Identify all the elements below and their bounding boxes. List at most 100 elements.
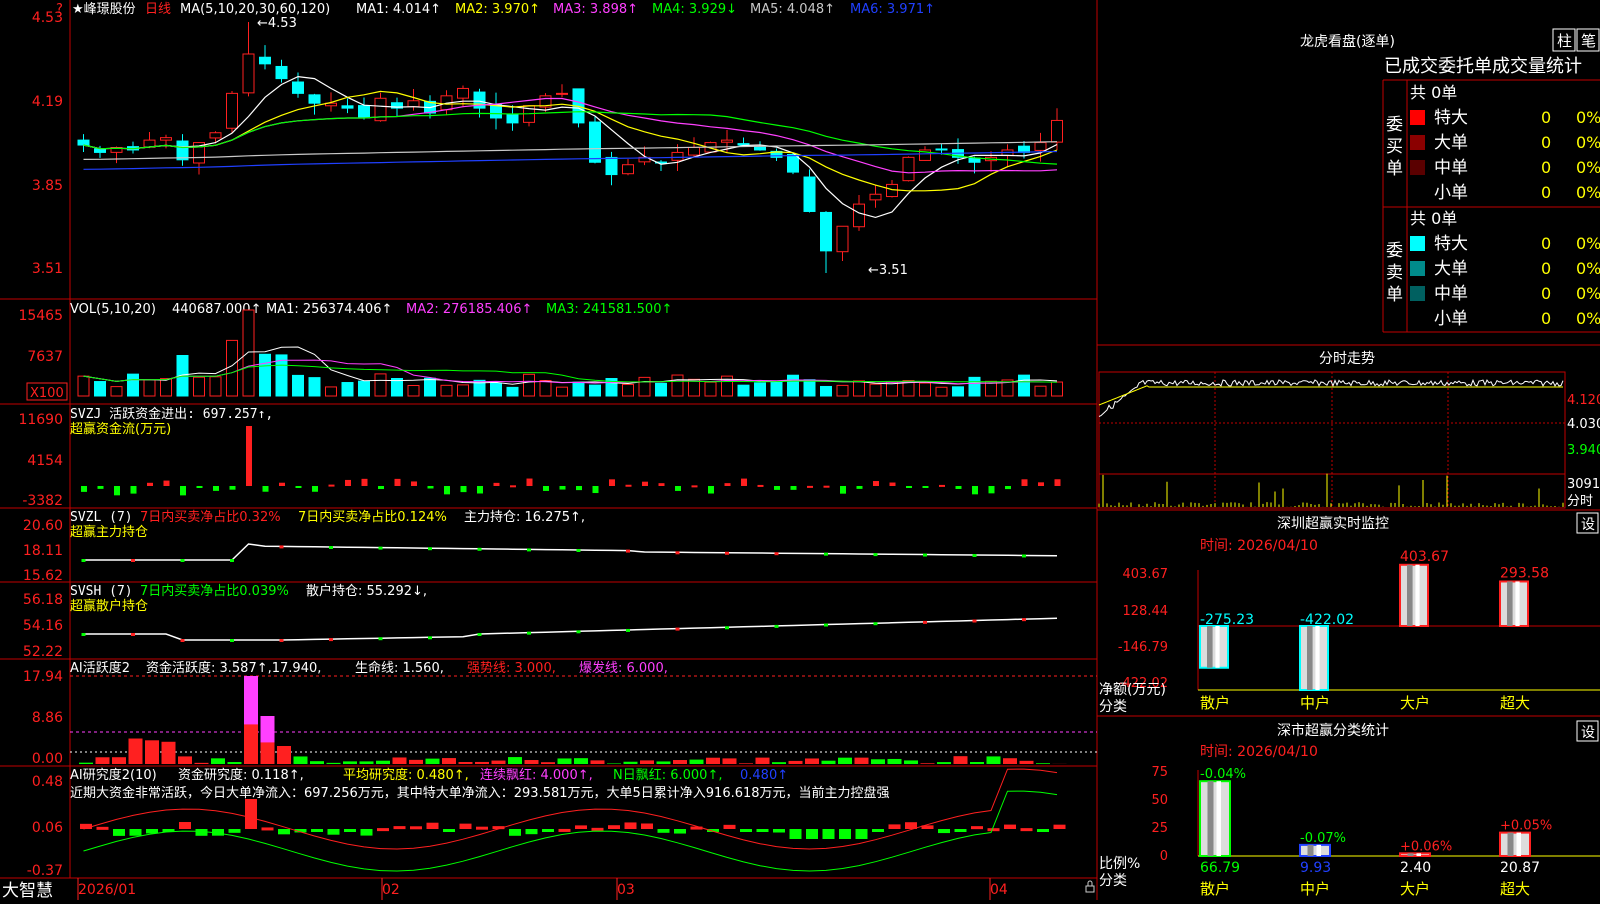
activity-bar (987, 756, 1001, 764)
research-bar (823, 829, 835, 839)
activity-bar (574, 758, 588, 764)
volume-bars (78, 310, 1063, 396)
research-bar (526, 829, 538, 834)
svsh-dot (973, 620, 977, 623)
research-bar (427, 823, 439, 829)
intraday-price-lines (1099, 380, 1563, 507)
ai2-redcont: 连续飘红: 4.000↑, (480, 767, 593, 783)
flow-bar (114, 486, 120, 495)
order-pct: 0% (1576, 183, 1600, 202)
flow-bar (593, 486, 599, 493)
vol-ma1: MA1: 256374.406↑ (266, 302, 392, 317)
research-bar (410, 826, 422, 829)
flow-bar (362, 479, 368, 486)
activity-bar (541, 762, 555, 764)
svzl-dot (82, 559, 86, 562)
svzl-dot (181, 559, 185, 562)
ai1-lifeline: 生命线: 1.560, (355, 660, 444, 676)
order-pct: 0% (1576, 309, 1600, 328)
cls-title: 深市超赢分类统计 (1277, 722, 1389, 739)
flow-bar (675, 486, 681, 491)
cls-value: 2.40 (1400, 860, 1431, 876)
research-bar (245, 799, 257, 829)
volume-bar (771, 382, 782, 396)
volume-bar (1052, 382, 1063, 396)
svsh-dot (626, 629, 630, 632)
activity-bar (591, 760, 605, 764)
volume-bar (639, 377, 650, 396)
sz-bar-label: -422.02 (1300, 612, 1354, 628)
activity-bar (640, 760, 654, 764)
research-bar (179, 822, 191, 829)
cls-change: -0.04% (1200, 767, 1246, 782)
sz-bar (1400, 565, 1428, 626)
ai1-activity-bars (79, 676, 1067, 764)
lock-icon[interactable] (1086, 881, 1094, 892)
ai1-y-tick: 17.94 (23, 669, 63, 685)
activity-bar (904, 760, 918, 764)
sz-bar-label: -275.23 (1200, 612, 1254, 628)
order-pct: 0% (1576, 158, 1600, 177)
volume-bar (540, 381, 551, 396)
order-count: 0 (1541, 259, 1551, 278)
activity-bar (888, 759, 902, 764)
flow-bar (213, 486, 219, 491)
svzl-dot (824, 553, 828, 556)
flow-bar (840, 486, 846, 494)
research-bar (311, 829, 323, 832)
chart-canvas[interactable]: ★峰璟股份 日线 MA(5,10,20,30,60,120) MA1: 4.01… (0, 0, 1600, 900)
svzl-dot (527, 548, 531, 551)
candle (144, 132, 155, 148)
svsh-dot (329, 638, 333, 641)
ma3-value: MA3: 3.898↑ (553, 2, 638, 17)
volume-bar (920, 383, 931, 396)
sz-net-bars: -275.23散户-422.02中户403.67大户293.58超大 (1200, 549, 1549, 712)
main-header: ★峰璟股份 日线 MA(5,10,20,30,60,120) MA1: 4.01… (56, 2, 935, 17)
activity-bar (1036, 763, 1050, 764)
cls-settings-label[interactable]: 设 (1581, 725, 1595, 741)
flow-bar (956, 486, 962, 489)
sz-bar (1500, 581, 1528, 626)
activity-bar (525, 760, 539, 764)
svsh-title: SVSH (7) (70, 584, 133, 599)
activity-bar (871, 759, 885, 764)
sz-time: 时间: 2026/04/10 (1200, 538, 1318, 554)
research-bar (1004, 825, 1016, 829)
volume-bar (392, 378, 403, 396)
volume-bar (408, 386, 419, 396)
svzl-y-tick: 15.62 (23, 568, 63, 584)
activity-bar (162, 742, 176, 764)
flow-bar (263, 486, 269, 492)
vol-y-axis: 15465 7637 (18, 308, 63, 365)
flow-bar (345, 480, 351, 486)
volume-bar (788, 375, 799, 396)
activity-bar (343, 761, 357, 764)
sz-category: 超大 (1500, 694, 1530, 712)
svzl-dot (230, 559, 234, 562)
flow-bar (659, 483, 665, 486)
activity-bar (310, 761, 324, 764)
research-bar (278, 829, 290, 834)
research-bar (344, 829, 356, 832)
research-bar (674, 829, 686, 834)
svsh-y-tick: 54.16 (23, 618, 63, 634)
order-swatch (1410, 135, 1425, 150)
cls-y-tick: 0 (1160, 849, 1168, 864)
activity-bar (277, 746, 291, 764)
ai2-y-axis: 0.48 0.06 -0.37 (27, 774, 63, 879)
tick-button-label[interactable]: 笔 (1581, 32, 1596, 50)
intraday-tick: 30910 (1567, 477, 1600, 492)
activity-bar (937, 762, 951, 764)
sz-settings-label[interactable]: 设 (1581, 517, 1595, 533)
order-type: 特大 (1434, 108, 1468, 128)
research-bar (1054, 825, 1066, 829)
column-button-label[interactable]: 柱 (1557, 32, 1572, 50)
svzl-net1: 7日内买卖净占比0.32% (140, 509, 281, 525)
volume-bar (210, 377, 221, 396)
research-bar (757, 829, 769, 832)
order-type: 大单 (1434, 133, 1468, 153)
svzj-flow-bars (81, 426, 1061, 495)
research-bar (130, 829, 142, 836)
ai2-comment: 近期大资金非常活跃，今日大单净流入：697.256万元，其中特大单净流入：293… (70, 785, 890, 801)
flow-bar (939, 485, 945, 487)
